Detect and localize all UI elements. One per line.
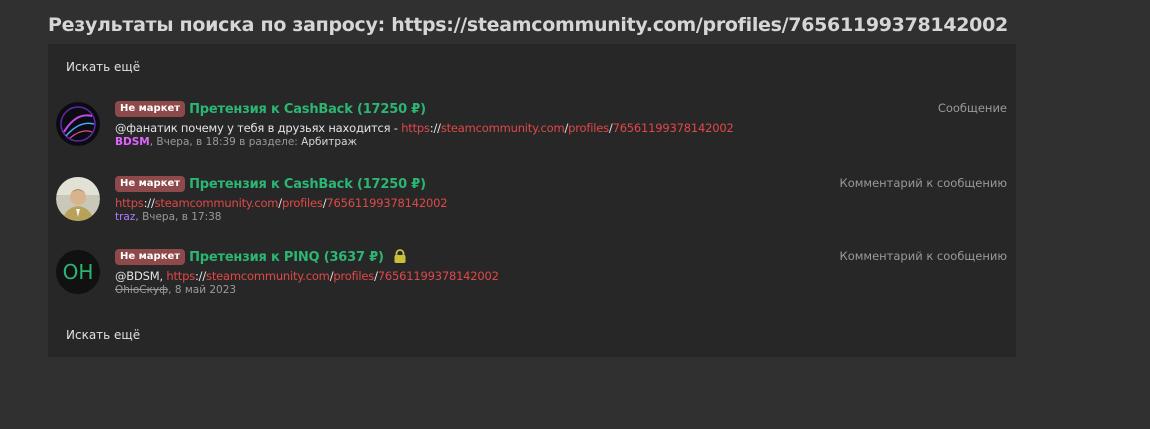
link-part[interactable]: 76561199378142002 <box>378 269 499 283</box>
link-part[interactable]: profiles <box>333 269 374 283</box>
result-type-label: Сообщение <box>937 101 1007 115</box>
link-part[interactable]: steamcommunity.com <box>206 269 330 283</box>
person-photo-avatar-icon[interactable] <box>56 177 100 221</box>
link-part[interactable]: profiles <box>282 196 323 210</box>
result-date: , Вчера, в 18:39 в разделе: <box>149 136 302 148</box>
search-results-panel: Искать ещё Не маркет Претензия к CashBac… <box>48 44 1016 357</box>
link-part[interactable]: https <box>115 196 144 210</box>
thread-title-link[interactable]: Претензия к CashBack (17250 ₽) <box>189 177 426 192</box>
link-part[interactable]: 76561199378142002 <box>613 121 734 135</box>
lock-icon <box>394 249 406 263</box>
thread-title-link[interactable]: Претензия к CashBack (17250 ₽) <box>189 102 426 117</box>
search-more-link-top[interactable]: Искать ещё <box>66 60 140 74</box>
result-type-label: Комментарий к сообщению <box>839 249 1007 263</box>
link-part[interactable]: profiles <box>568 121 609 135</box>
initials-avatar-icon[interactable]: OH <box>56 250 100 294</box>
result-meta: traz, Вчера, в 17:38 <box>115 211 975 223</box>
result-meta: BDSM, Вчера, в 18:39 в разделе: Арбитраж <box>115 136 975 148</box>
result-snippet: @фанатик почему у тебя в друзьях находит… <box>115 121 975 135</box>
dark-swirl-avatar-icon[interactable] <box>56 102 100 146</box>
result-meta: OhioСкуф, 8 май 2023 <box>115 284 975 296</box>
section-link[interactable]: Арбитраж <box>301 136 357 148</box>
link-part[interactable]: :// <box>144 196 155 210</box>
author-link[interactable]: traz <box>115 211 135 223</box>
prefix-badge[interactable]: Не маркет <box>115 101 186 117</box>
link-part[interactable]: steamcommunity.com <box>155 196 279 210</box>
prefix-badge[interactable]: Не маркет <box>115 176 186 192</box>
snippet-text: @BDSM, <box>115 269 167 283</box>
snippet-text: @фанатик почему у тебя в друзьях находит… <box>115 121 402 135</box>
prefix-badge[interactable]: Не маркет <box>115 249 186 265</box>
link-part[interactable]: steamcommunity.com <box>441 121 565 135</box>
result-type-label: Комментарий к сообщению <box>839 176 1007 190</box>
author-link[interactable]: OhioСкуф <box>115 284 168 296</box>
search-more-link-bottom[interactable]: Искать ещё <box>66 328 140 342</box>
link-part[interactable]: :// <box>430 121 441 135</box>
link-part[interactable]: https <box>401 121 430 135</box>
result-date: , Вчера, в 17:38 <box>135 211 222 223</box>
thread-title-link[interactable]: Претензия к PINQ (3637 ₽) <box>189 250 384 265</box>
result-snippet: https://steamcommunity.com/profiles/7656… <box>115 196 975 210</box>
link-part[interactable]: https <box>166 269 195 283</box>
link-part[interactable]: 76561199378142002 <box>326 196 447 210</box>
link-part[interactable]: :// <box>195 269 206 283</box>
result-date: , 8 май 2023 <box>168 284 237 296</box>
page-title: Результаты поиска по запросу: https://st… <box>48 14 1008 36</box>
result-snippet: @BDSM, https://steamcommunity.com/profil… <box>115 269 975 283</box>
author-link[interactable]: BDSM <box>115 136 150 148</box>
avatar-initials: OH <box>62 260 94 284</box>
